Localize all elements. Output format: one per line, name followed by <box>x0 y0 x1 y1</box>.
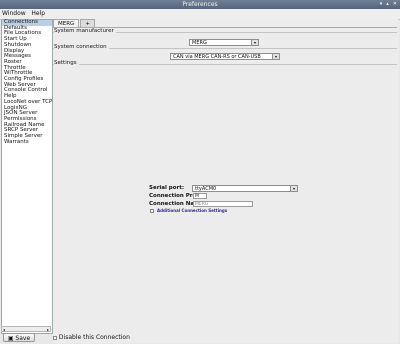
connection-prefix-field[interactable]: M <box>193 193 207 199</box>
save-button[interactable]: ▣ Save <box>3 333 35 342</box>
additional-settings-label[interactable]: Additional Connection Settings <box>157 208 227 213</box>
connection-panel: System manufacturer MERG ▾ System connec… <box>53 27 397 328</box>
menu-help[interactable]: Help <box>29 9 47 19</box>
connection-tabs: MERG + <box>53 19 96 28</box>
save-label: Save <box>15 335 31 342</box>
system-connection-select[interactable]: CAN via MERG CAN-RS or CAN-USB ▾ <box>170 53 280 60</box>
connection-name-field[interactable]: MERG <box>193 201 253 207</box>
menu-window[interactable]: Window <box>0 9 28 19</box>
additional-settings-checkbox[interactable] <box>150 209 154 213</box>
window-title: Preferences <box>182 1 218 8</box>
system-connection-title: System connection <box>54 44 109 50</box>
scroll-left-icon[interactable]: ◂ <box>3 327 5 332</box>
maximize-icon[interactable]: ▴ <box>386 0 389 9</box>
chevron-down-icon: ▾ <box>251 40 258 45</box>
serial-port-select[interactable]: ttyACM0 ▾ <box>192 185 298 192</box>
serial-port-label: Serial port: <box>149 185 185 191</box>
settings-title: Settings <box>54 60 79 66</box>
scroll-right-icon[interactable]: ▸ <box>47 327 49 332</box>
sidebar-horizontal-scrollbar[interactable]: ◂ ▸ <box>1 326 51 332</box>
system-manufacturer-select[interactable]: MERG ▾ <box>189 39 259 46</box>
window-controls: ▾ ▴ ✕ <box>380 0 397 9</box>
chevron-down-icon: ▾ <box>272 54 279 59</box>
save-icon: ▣ <box>7 335 14 342</box>
disable-connection-checkbox[interactable] <box>53 336 57 340</box>
minimize-icon[interactable]: ▾ <box>380 0 383 9</box>
system-manufacturer-title: System manufacturer <box>54 28 116 34</box>
title-bar: Preferences ▾ ▴ ✕ <box>0 0 400 9</box>
close-icon[interactable]: ✕ <box>393 0 397 9</box>
preferences-sidebar: Connections Defaults File Locations Start U… <box>1 19 58 334</box>
content-area: MERG + System manufacturer MERG ▾ System… <box>53 19 398 343</box>
disable-connection-row: Disable this Connection <box>53 334 130 341</box>
chevron-down-icon: ▾ <box>290 186 297 191</box>
disable-connection-label: Disable this Connection <box>58 334 130 341</box>
sidebar-item-warrants[interactable]: Warrants <box>2 139 52 146</box>
